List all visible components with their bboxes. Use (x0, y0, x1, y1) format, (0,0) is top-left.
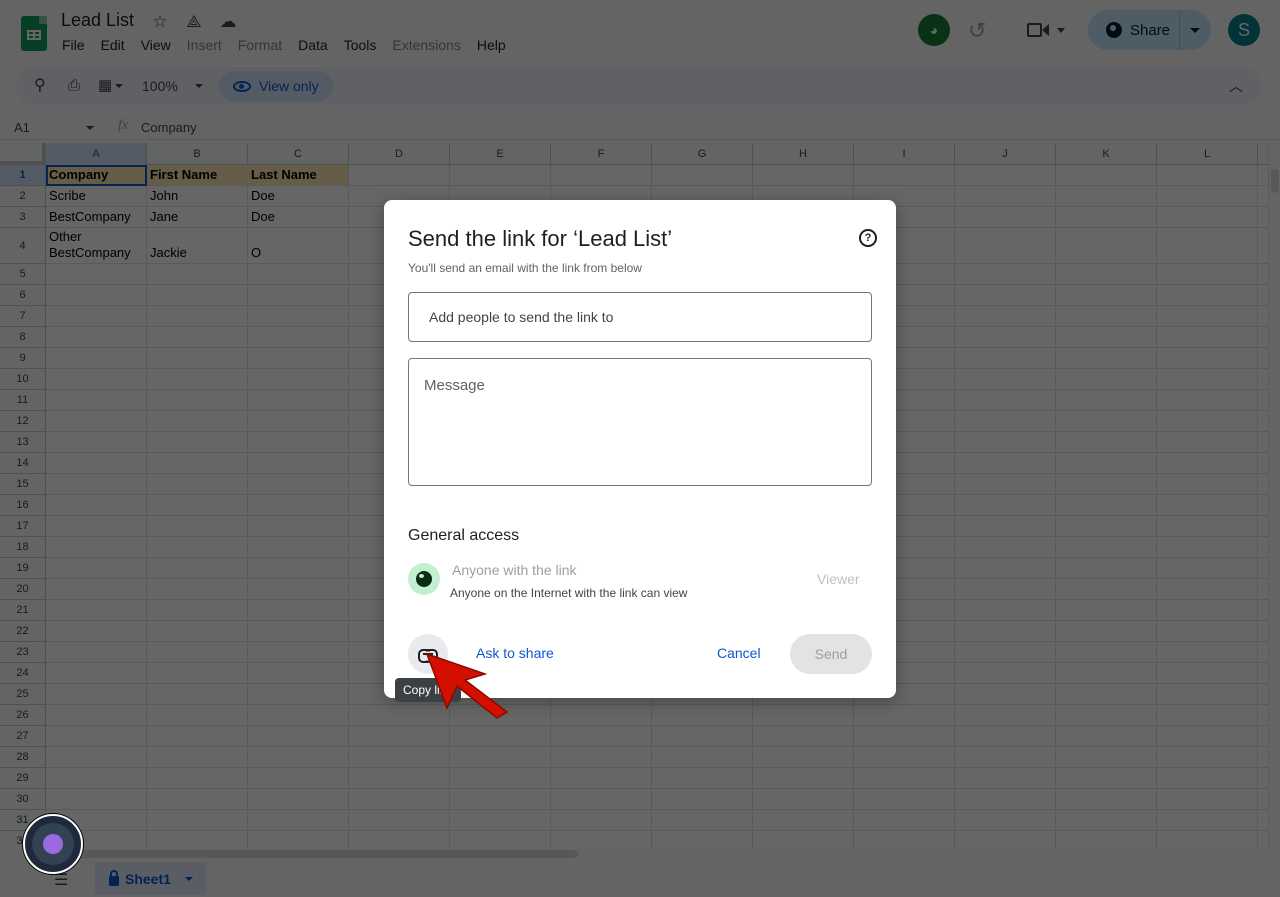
message-textarea[interactable] (408, 358, 872, 486)
dialog-title: Send the link for ‘Lead List’ (408, 226, 673, 251)
dialog-subtitle: You'll send an email with the link from … (408, 261, 642, 275)
help-icon[interactable]: ? (859, 229, 877, 247)
google-sheets-app: Lead List ☆ ⟁ ☁ File Edit View Insert Fo… (0, 0, 1280, 897)
access-role-select[interactable]: Viewer (817, 571, 860, 587)
access-level-select[interactable]: Anyone with the link (452, 562, 577, 578)
send-button[interactable]: Send (790, 634, 872, 674)
add-people-input[interactable] (408, 292, 872, 342)
send-link-dialog: Send the link for ‘Lead List’ ? You'll s… (384, 200, 896, 698)
access-description: Anyone on the Internet with the link can… (450, 586, 688, 600)
cancel-button[interactable]: Cancel (717, 645, 761, 661)
globe-icon (408, 563, 440, 595)
pointer-arrow-icon (425, 652, 509, 719)
general-access-heading: General access (408, 527, 520, 544)
screen-recorder-button[interactable] (23, 814, 83, 874)
